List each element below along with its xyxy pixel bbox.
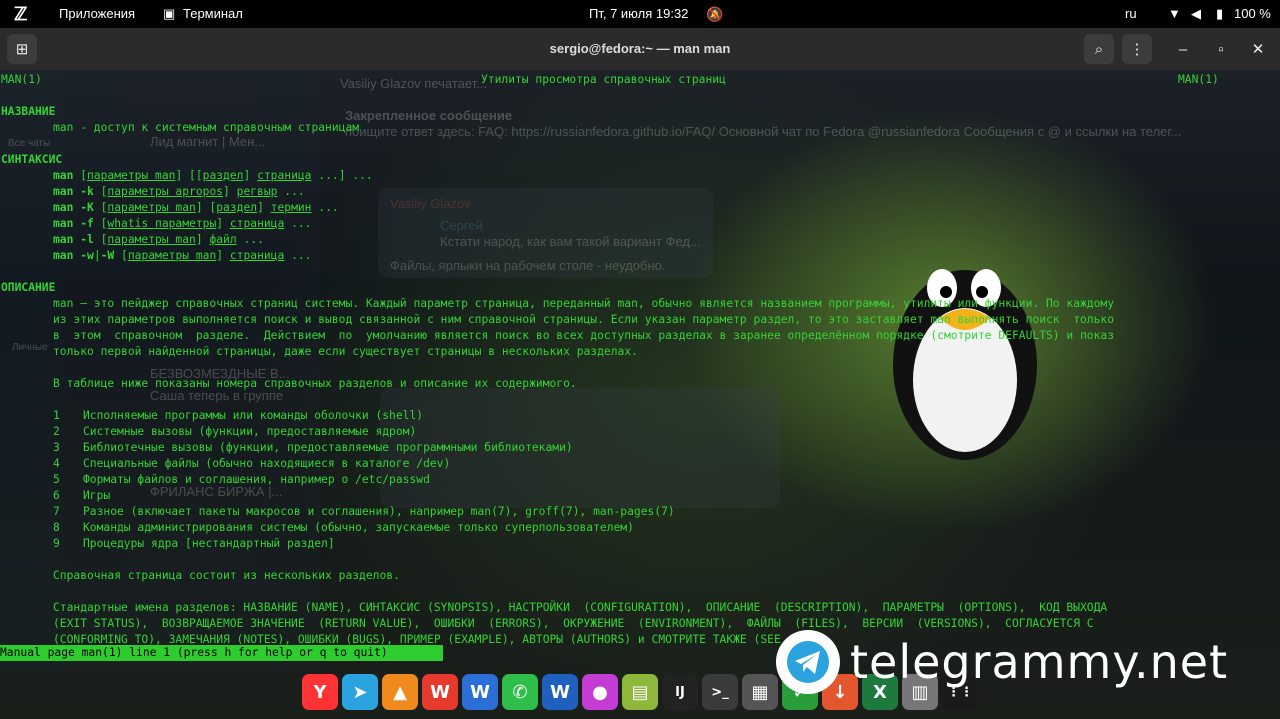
man-header-center: Утилиты просмотра справочных страниц (481, 73, 726, 86)
telegram-logo-icon (776, 630, 840, 694)
battery-icon[interactable]: ▮ (1216, 0, 1223, 28)
description-line: man — это пейджер справочных страниц сис… (53, 297, 1115, 310)
writer-icon[interactable]: W (462, 674, 498, 710)
keyboard-layout[interactable]: ru (1125, 0, 1137, 28)
section-num: 4 (53, 457, 60, 470)
synopsis-line: man -f [whatis параметры] страница ... (53, 217, 312, 230)
man-header-left: MAN(1) (1, 73, 42, 86)
table-intro: В таблице ниже показаны номера справочны… (53, 377, 577, 390)
description-line: из этих параметров выполняется поиск и в… (53, 313, 1115, 326)
applications-menu[interactable]: Приложения (59, 0, 135, 28)
fedora-logo-icon[interactable]: ℤ (14, 0, 27, 28)
wifi-icon[interactable]: ▼ (1168, 0, 1181, 28)
telegram-icon[interactable]: ➤ (342, 674, 378, 710)
section-desc: Библиотечные вызовы (функции, предоставл… (83, 441, 573, 454)
system-top-bar: ℤ Приложения ▣ Терминал Пт, 7 июля 19:32… (0, 0, 1280, 28)
clock[interactable]: Пт, 7 июля 19:32 (589, 0, 688, 28)
section-name-heading: НАЗВАНИЕ (1, 105, 56, 118)
pager-status-line: Manual page man(1) line 1 (press h for h… (0, 645, 443, 661)
active-app-menu[interactable]: Терминал (183, 0, 243, 28)
watermark: telegrammy.net (776, 628, 1228, 696)
section-desc: Процедуры ядра [нестандартный раздел] (83, 537, 335, 550)
section-description-heading: ОПИСАНИЕ (1, 281, 56, 294)
section-num: 9 (53, 537, 60, 550)
section-num: 1 (53, 409, 60, 422)
color-picker-icon[interactable]: ● (582, 674, 618, 710)
synopsis-line: man -k [параметры apropos] регвыр ... (53, 185, 305, 198)
terminal-app-icon: ▣ (163, 6, 176, 21)
phone-icon[interactable]: ✆ (502, 674, 538, 710)
archive-icon[interactable]: ▤ (622, 674, 658, 710)
calculator-icon[interactable]: ▦ (742, 674, 778, 710)
section-desc: Игры (83, 489, 111, 502)
synopsis-line: man -K [параметры man] [раздел] термин .… (53, 201, 339, 214)
section-num: 5 (53, 473, 60, 486)
word-icon[interactable]: W (542, 674, 578, 710)
vlc-icon[interactable]: ▲ (382, 674, 418, 710)
section-num: 3 (53, 441, 60, 454)
terminal-content[interactable]: MAN(1) Утилиты просмотра справочных стра… (0, 70, 1280, 660)
section-num: 2 (53, 425, 60, 438)
notifications-muted-icon[interactable]: 🔕 (706, 0, 723, 28)
synopsis-line: man -l [параметры man] файл ... (53, 233, 264, 246)
description-line: только первой найденной страницы, даже е… (53, 345, 638, 358)
name-line: man - доступ к системным справочным стра… (53, 121, 360, 134)
man-header-right: MAN(1) (1178, 73, 1219, 86)
terminal-icon[interactable]: >_ (702, 674, 738, 710)
page-parts-line: Справочная страница состоит из нескольки… (53, 569, 400, 582)
section-desc: Специальные файлы (обычно находящиеся в … (83, 457, 451, 470)
section-num: 6 (53, 489, 60, 502)
section-num: 7 (53, 505, 60, 518)
section-desc: Форматы файлов и соглашения, например о … (83, 473, 430, 486)
new-tab-button[interactable]: ⊞ (7, 34, 37, 64)
synopsis-line: man -w|-W [параметры man] страница ... (53, 249, 312, 262)
menu-button[interactable]: ⋮ (1122, 34, 1152, 64)
search-button[interactable]: ⌕ (1084, 34, 1114, 64)
maximize-button[interactable]: ▫ (1206, 34, 1236, 64)
battery-percent: 100 % (1234, 6, 1271, 21)
section-desc: Разное (включает пакеты макросов и согла… (83, 505, 675, 518)
minimize-button[interactable]: – (1168, 34, 1198, 64)
intellij-icon[interactable]: IJ (662, 674, 698, 710)
standard-sections-line: Стандартные имена разделов: НАЗВАНИЕ (NA… (53, 601, 1108, 614)
volume-icon[interactable]: ◀ (1191, 0, 1201, 28)
description-line: в этом справочном разделе. Действием по … (53, 329, 1115, 342)
section-desc: Команды администрирования системы (обычн… (83, 521, 634, 534)
yandex-browser-icon[interactable]: Y (302, 674, 338, 710)
close-button[interactable]: ✕ (1243, 34, 1273, 64)
section-desc: Исполняемые программы или команды оболоч… (83, 409, 424, 422)
section-desc: Системные вызовы (функции, предоставляем… (83, 425, 417, 438)
section-num: 8 (53, 521, 60, 534)
wps-office-icon[interactable]: W (422, 674, 458, 710)
watermark-text: telegrammy.net (850, 635, 1229, 689)
synopsis-line: man [параметры man] [[раздел] страница .… (53, 169, 373, 182)
section-synopsis-heading: СИНТАКСИС (1, 153, 63, 166)
terminal-headerbar: sergio@fedora:~ — man man ⊞ ⌕ ⋮ – ▫ ✕ (0, 28, 1280, 70)
